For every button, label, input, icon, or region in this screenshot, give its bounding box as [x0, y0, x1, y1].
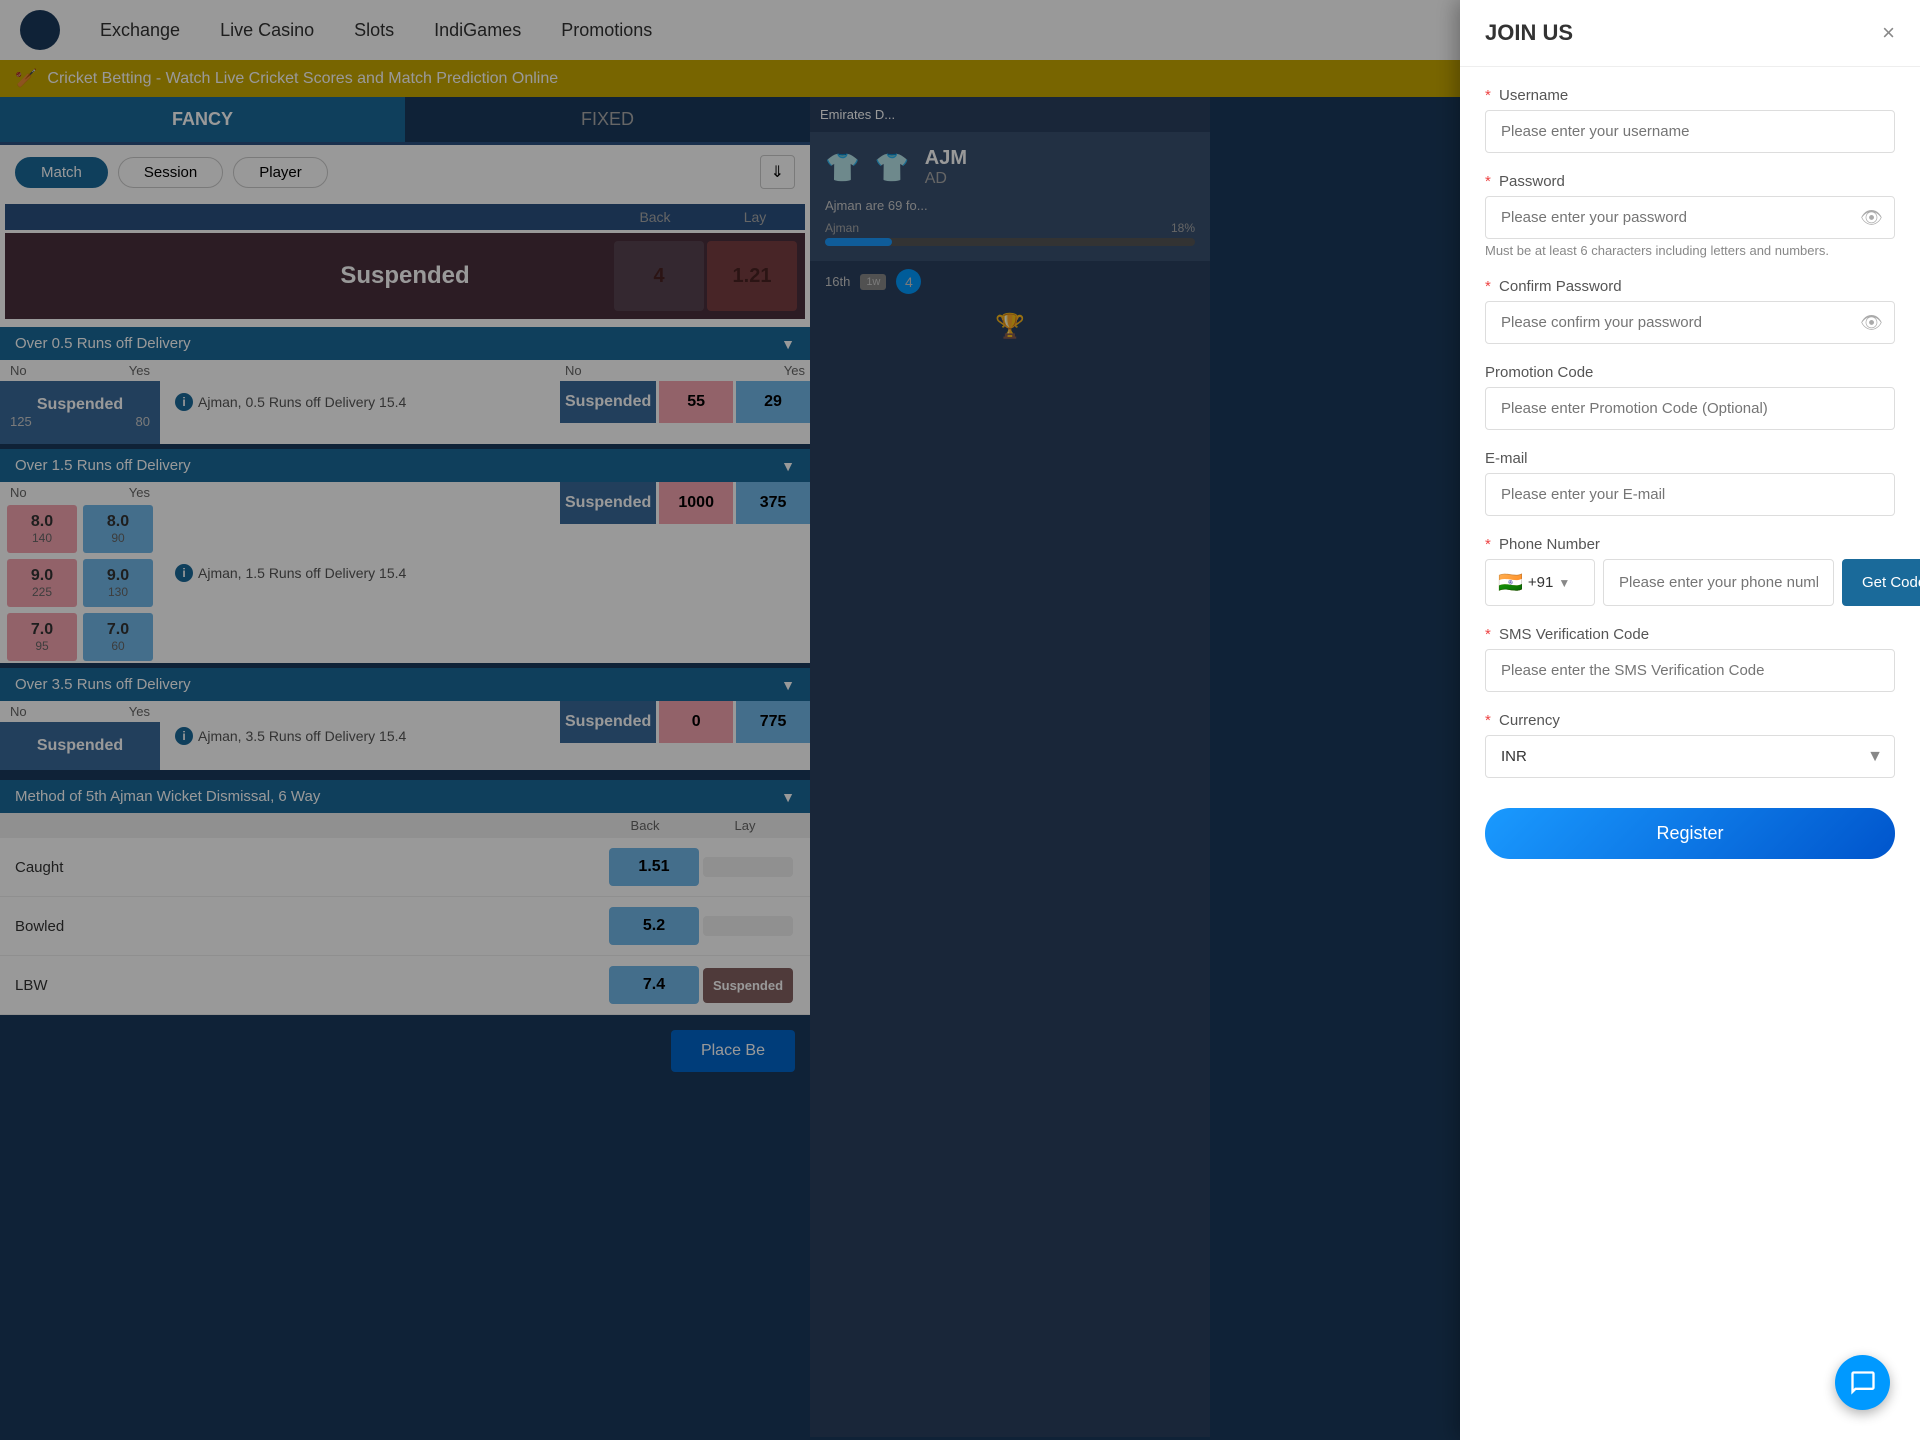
email-field-group: E-mail [1485, 450, 1895, 516]
phone-country-selector[interactable]: 🇮🇳 +91 ▼ [1485, 559, 1595, 606]
password-input-wrapper: 👁 [1485, 196, 1895, 239]
sms-code-input[interactable] [1485, 649, 1895, 692]
currency-required-star: * [1485, 712, 1491, 729]
phone-label: * Phone Number [1485, 536, 1895, 553]
password-input[interactable] [1485, 196, 1895, 239]
confirm-password-label: * Confirm Password [1485, 278, 1895, 295]
email-label: E-mail [1485, 450, 1895, 467]
promotion-code-input[interactable] [1485, 387, 1895, 430]
phone-field-group: * Phone Number 🇮🇳 +91 ▼ Get Code [1485, 536, 1895, 606]
currency-select-wrapper: INR USD EUR ▼ [1485, 735, 1895, 778]
modal-close-button[interactable]: × [1882, 20, 1895, 46]
chat-icon [1849, 1369, 1877, 1397]
phone-row: 🇮🇳 +91 ▼ Get Code [1485, 559, 1895, 606]
username-required-star: * [1485, 87, 1491, 104]
register-button[interactable]: Register [1485, 808, 1895, 859]
confirm-password-field-group: * Confirm Password 👁 [1485, 278, 1895, 344]
sms-code-label: * SMS Verification Code [1485, 626, 1895, 643]
username-field-group: * Username [1485, 87, 1895, 153]
username-input[interactable] [1485, 110, 1895, 153]
phone-flag: 🇮🇳 [1498, 570, 1523, 595]
password-field-group: * Password 👁 Must be at least 6 characte… [1485, 173, 1895, 258]
confirm-password-required-star: * [1485, 278, 1491, 295]
modal-header: JOIN US × [1460, 0, 1920, 67]
promotion-code-label: Promotion Code [1485, 364, 1895, 381]
phone-country-chevron-icon: ▼ [1558, 576, 1570, 590]
currency-select[interactable]: INR USD EUR [1485, 735, 1895, 778]
modal-title: JOIN US [1485, 20, 1573, 46]
chat-button[interactable] [1835, 1355, 1890, 1410]
username-label: * Username [1485, 87, 1895, 104]
join-modal: JOIN US × * Username * Password 👁 Must b… [1460, 0, 1920, 1440]
email-input[interactable] [1485, 473, 1895, 516]
currency-field-group: * Currency INR USD EUR ▼ [1485, 712, 1895, 778]
get-code-button[interactable]: Get Code [1842, 559, 1920, 606]
modal-body: * Username * Password 👁 Must be at least… [1460, 67, 1920, 879]
phone-country-code: +91 [1528, 574, 1553, 591]
password-toggle-visibility-icon[interactable]: 👁 [1860, 207, 1883, 228]
sms-code-field-group: * SMS Verification Code [1485, 626, 1895, 692]
password-hint: Must be at least 6 characters including … [1485, 243, 1895, 258]
password-required-star: * [1485, 173, 1491, 190]
password-label: * Password [1485, 173, 1895, 190]
confirm-password-input-wrapper: 👁 [1485, 301, 1895, 344]
confirm-password-input[interactable] [1485, 301, 1895, 344]
promotion-code-field-group: Promotion Code [1485, 364, 1895, 430]
phone-required-star: * [1485, 536, 1491, 553]
confirm-password-toggle-visibility-icon[interactable]: 👁 [1860, 312, 1883, 333]
sms-required-star: * [1485, 626, 1491, 643]
phone-number-input[interactable] [1603, 559, 1834, 606]
currency-label: * Currency [1485, 712, 1895, 729]
